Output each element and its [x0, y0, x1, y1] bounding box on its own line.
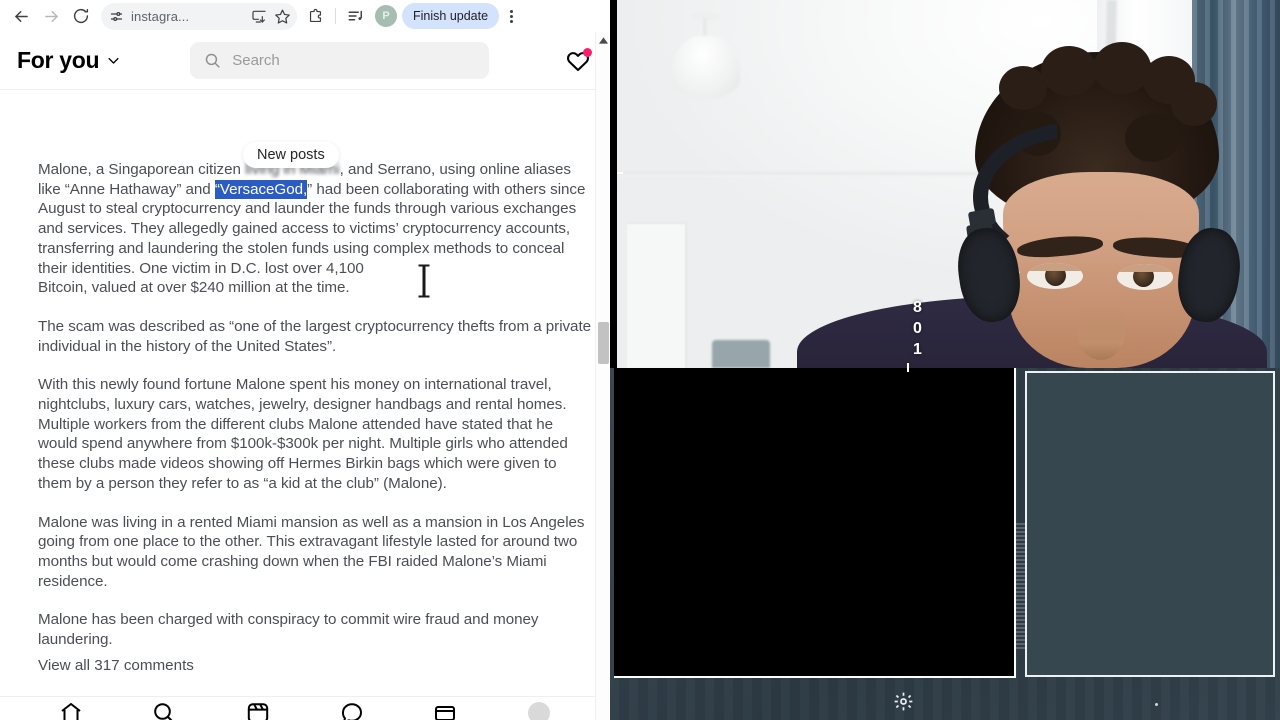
nose — [1077, 304, 1125, 360]
webcam-feed[interactable]: 801 — [617, 0, 1280, 368]
feed-selector[interactable]: For you — [17, 47, 121, 74]
instagram-bottom-nav — [0, 696, 610, 720]
back-button[interactable] — [6, 1, 36, 31]
feed-selector-label: For you — [17, 47, 100, 73]
search-icon[interactable] — [151, 701, 177, 720]
caption-paragraph-5: Malone has been charged with conspiracy … — [38, 611, 539, 649]
pendant-lamp — [672, 36, 740, 98]
dark-preview-panel[interactable] — [1016, 371, 1275, 677]
activity-badge — [583, 47, 592, 57]
reels-icon[interactable] — [245, 701, 271, 720]
black-video-panel[interactable] — [614, 368, 1016, 678]
stream-lower-section — [610, 368, 1280, 720]
sofa — [712, 340, 770, 368]
reload-icon — [73, 8, 89, 24]
new-posts-pill[interactable]: New posts — [243, 142, 339, 168]
stream-panel: 801 — [610, 0, 1280, 720]
kebab-menu-icon — [509, 9, 513, 24]
activity-button[interactable] — [563, 46, 593, 76]
search-input[interactable]: Search — [190, 42, 490, 79]
chevron-down-icon — [108, 57, 119, 64]
view-comments-link[interactable]: View all 317 comments — [38, 657, 593, 674]
frame-tick-left — [617, 172, 623, 174]
scrollbar-thumb[interactable] — [598, 322, 609, 364]
toolbar-separator — [335, 8, 336, 24]
page-scrollbar[interactable] — [595, 32, 610, 720]
media-control-button[interactable] — [342, 2, 370, 30]
frame-tick-top — [907, 363, 909, 372]
screen: instagra... P Finish update For you Sear… — [0, 0, 1280, 720]
toolbar-right-group: P Finish update — [301, 2, 604, 30]
extensions-button[interactable] — [301, 2, 329, 30]
caption-paragraph-3: With this newly found fortune Malone spe… — [38, 376, 568, 492]
site-settings-icon[interactable] — [109, 9, 124, 24]
profile-avatar-icon[interactable] — [526, 701, 552, 720]
streamer-person — [797, 42, 1267, 368]
caption-paragraph-1: Malone, a Singaporean citizen living in … — [38, 161, 586, 297]
selected-text: “VersaceGod, — [214, 179, 308, 199]
messages-icon[interactable] — [339, 701, 365, 720]
address-bar[interactable]: instagra... — [101, 2, 297, 30]
finish-update-button[interactable]: Finish update — [402, 3, 500, 29]
bookmark-star-icon[interactable] — [274, 8, 291, 25]
post-caption: Malone, a Singaporean citizen living in … — [0, 90, 610, 674]
extensions-puzzle-icon — [309, 8, 321, 22]
eye-right — [1117, 264, 1173, 290]
overlay-counter: 801 — [913, 299, 923, 358]
home-icon[interactable] — [58, 701, 84, 720]
browser-menu-button[interactable] — [500, 2, 522, 30]
reload-button[interactable] — [66, 1, 96, 31]
forward-button[interactable] — [36, 1, 66, 31]
notifications-icon[interactable] — [432, 701, 458, 720]
install-app-icon[interactable] — [251, 8, 267, 24]
arrow-left-icon — [14, 10, 28, 22]
search-placeholder: Search — [232, 52, 280, 69]
door — [627, 222, 687, 368]
instagram-page: For you Search New posts Malone, a Singa… — [0, 32, 610, 720]
sun-settings-icon[interactable] — [894, 692, 913, 711]
scroll-up-arrow-icon[interactable] — [596, 32, 610, 48]
instagram-header: For you Search — [0, 32, 610, 90]
profile-avatar[interactable]: P — [375, 5, 397, 27]
address-bar-text: instagra... — [131, 8, 190, 24]
stream-status-dot — [1155, 703, 1158, 706]
media-playlist-icon — [348, 10, 362, 21]
caption-paragraph-2: The scam was described as “one of the la… — [38, 317, 592, 355]
arrow-right-icon — [44, 10, 58, 22]
browser-toolbar: instagra... P Finish update — [0, 0, 610, 32]
browser-window: instagra... P Finish update For you Sear… — [0, 0, 610, 720]
caption-paragraph-4: Malone was living in a rented Miami mans… — [38, 513, 585, 590]
search-icon — [206, 53, 220, 68]
